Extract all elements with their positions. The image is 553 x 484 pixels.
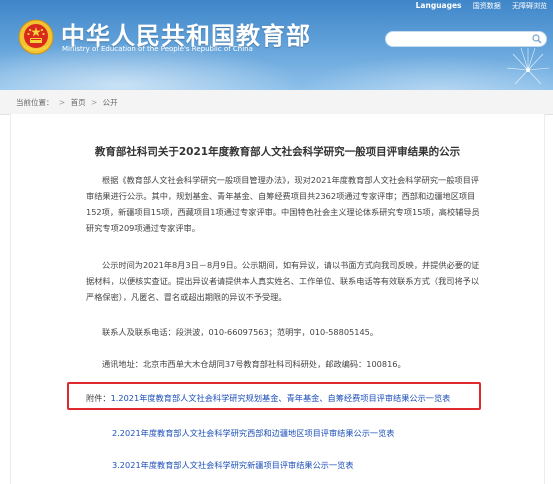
dandelion-decoration-icon — [506, 47, 550, 85]
site-header: Languages 国资数据 无障碍浏览 中华人民共和国教育部 Ministry… — [0, 0, 553, 90]
article-paragraph: 公示时间为2021年8月3日－8月9日。公示期间，如有异议，请以书面方式向我司反… — [86, 260, 480, 302]
attachment-line: 附件：1.2021年度教育部人文社会科学研究规划基金、青年基金、自筹经费项目评审… — [86, 392, 450, 404]
attachment-link-2[interactable]: 2.2021年度教育部人文社会科学研究西部和边疆地区项目评审结果公示一览表 — [112, 428, 394, 438]
breadcrumb: 当前位置： > 首页 > 公开 — [16, 97, 118, 108]
attachment-label: 附件： — [86, 393, 111, 403]
attachment-link-1[interactable]: 1.2021年度教育部人文社会科学研究规划基金、青年基金、自筹经费项目评审结果公… — [111, 393, 451, 403]
breadcrumb-bar: 当前位置： > 首页 > 公开 — [0, 90, 553, 115]
article-content: 教育部社科司关于2021年度教育部人文社会科学研究一般项目评审结果的公示 根据《… — [10, 114, 545, 484]
breadcrumb-label: 当前位置： — [16, 98, 54, 107]
contact-paragraph: 联系人及联系电话：段洪波，010-66097563；范明宇，010-588051… — [102, 327, 379, 337]
article-paragraph: 根据《教育部人文社会科学研究一般项目管理办法》，现对2021年度教育部人文社会科… — [86, 175, 480, 233]
breadcrumb-separator: > — [90, 98, 98, 107]
breadcrumb-public[interactable]: 公开 — [103, 98, 118, 107]
top-link-data[interactable]: 国资数据 — [473, 2, 501, 10]
attachment-line: 3.2021年度教育部人文社会科学研究新疆项目评审结果公示一览表 — [112, 459, 354, 471]
top-links: Languages 国资数据 无障碍浏览 — [407, 1, 547, 11]
attachment-line: 2.2021年度教育部人文社会科学研究西部和边疆地区项目评审结果公示一览表 — [112, 427, 394, 439]
breadcrumb-home[interactable]: 首页 — [71, 98, 86, 107]
national-emblem-icon[interactable] — [18, 19, 54, 55]
article-title: 教育部社科司关于2021年度教育部人文社会科学研究一般项目评审结果的公示 — [94, 146, 461, 158]
top-link-languages[interactable]: Languages — [416, 1, 462, 10]
site-subtitle: Ministry of Education of the People's Re… — [62, 45, 253, 53]
attachment-link-3[interactable]: 3.2021年度教育部人文社会科学研究新疆项目评审结果公示一览表 — [112, 460, 354, 470]
breadcrumb-separator: > — [58, 98, 66, 107]
top-link-accessibility[interactable]: 无障碍浏览 — [512, 2, 547, 10]
address-paragraph: 通讯地址：北京市西单大木仓胡同37号教育部社科司科研处，邮政编码：100816。 — [102, 359, 406, 369]
